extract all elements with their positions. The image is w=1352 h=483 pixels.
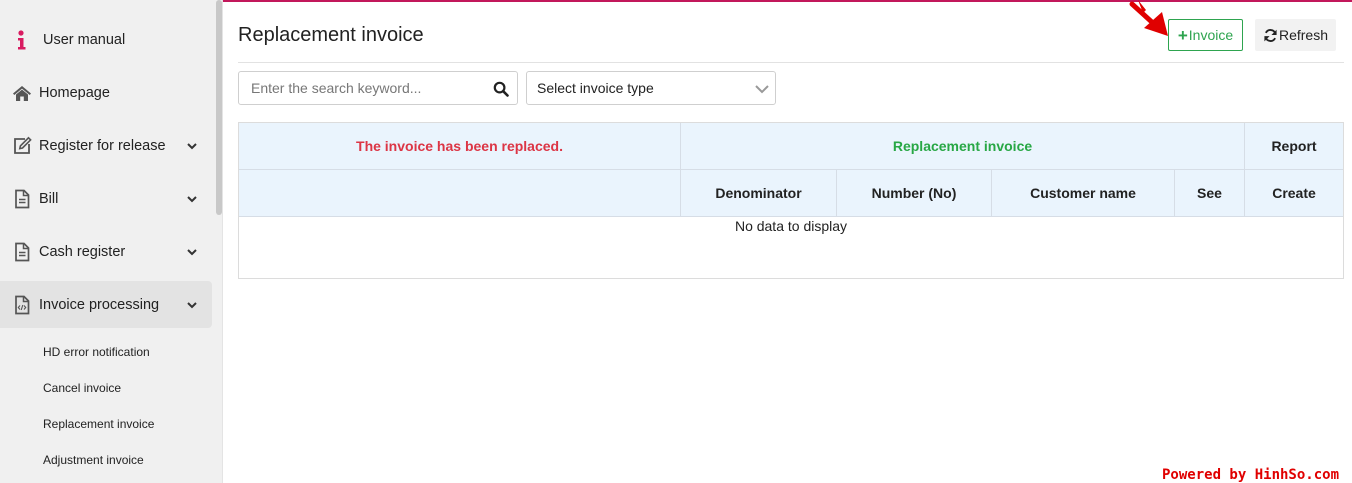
sidebar-item-label: Homepage: [39, 84, 110, 101]
header-replaced-invoice: The invoice has been replaced.: [239, 123, 681, 170]
search-input[interactable]: [251, 79, 481, 97]
header-divider: [238, 62, 1344, 63]
header-replaced-invoice-sub: [239, 170, 681, 217]
sidebar-item-label: Register for release: [39, 137, 166, 154]
sidebar-item-invoice-processing[interactable]: Invoice processing: [0, 281, 212, 328]
header-report: Report: [1245, 123, 1343, 170]
replacement-invoice-table: The invoice has been replaced. Replaceme…: [238, 122, 1344, 279]
code-file-icon: [12, 295, 32, 315]
invoice-type-select-value: Select invoice type: [537, 80, 654, 96]
chevron-down-icon: [187, 248, 197, 255]
sidebar-item-user-manual[interactable]: User manual: [0, 16, 212, 63]
top-accent-line: [223, 0, 1352, 2]
edit-icon: [12, 136, 32, 156]
column-header-denominator[interactable]: Denominator: [681, 170, 837, 217]
sidebar-subitem-hd-error-notification[interactable]: HD error notification: [43, 345, 150, 359]
chevron-down-icon: [187, 195, 197, 202]
invoice-type-select[interactable]: Select invoice type: [526, 71, 776, 105]
column-header-see[interactable]: See: [1175, 170, 1245, 217]
add-invoice-button[interactable]: + Invoice: [1168, 19, 1243, 51]
sidebar-subitem-cancel-invoice[interactable]: Cancel invoice: [43, 381, 121, 395]
sidebar: User manual Homepage Register for releas…: [0, 0, 223, 483]
header-replacement-invoice: Replacement invoice: [681, 123, 1245, 170]
sidebar-scrollbar[interactable]: [216, 0, 222, 215]
sidebar-item-homepage[interactable]: Homepage: [0, 69, 212, 116]
column-header-customer-name[interactable]: Customer name: [992, 170, 1175, 217]
sidebar-subitem-adjustment-invoice[interactable]: Adjustment invoice: [43, 453, 144, 467]
sidebar-item-label: User manual: [43, 31, 126, 48]
add-invoice-button-label: Invoice: [1188, 27, 1234, 43]
refresh-button-label: Refresh: [1278, 27, 1329, 43]
column-header-create[interactable]: Create: [1245, 170, 1343, 217]
sidebar-subitem-replacement-invoice[interactable]: Replacement invoice: [43, 417, 154, 431]
document-icon: [12, 189, 32, 209]
chevron-down-icon: [755, 85, 769, 94]
watermark: Powered by HinhSo.com: [1162, 467, 1340, 483]
sidebar-item-label: Bill: [39, 190, 59, 207]
sidebar-item-label: Cash register: [39, 243, 126, 260]
plus-icon: +: [1177, 25, 1188, 45]
document-icon: [12, 242, 32, 262]
sidebar-item-register-for-release[interactable]: Register for release: [0, 122, 212, 169]
column-header-number[interactable]: Number (No): [837, 170, 992, 217]
chevron-down-icon: [187, 301, 197, 308]
sidebar-item-bill[interactable]: Bill: [0, 175, 212, 222]
refresh-button[interactable]: Refresh: [1255, 19, 1336, 51]
page-title: Replacement invoice: [238, 24, 424, 46]
refresh-icon: [1264, 28, 1277, 42]
info-icon: [12, 29, 32, 50]
home-icon: [12, 83, 32, 103]
sidebar-item-cash-register[interactable]: Cash register: [0, 228, 212, 275]
chevron-down-icon: [187, 142, 197, 149]
search-box: [238, 71, 518, 105]
empty-table-message: No data to display: [734, 218, 848, 234]
search-icon[interactable]: [493, 81, 509, 97]
sidebar-item-label: Invoice processing: [39, 296, 160, 313]
